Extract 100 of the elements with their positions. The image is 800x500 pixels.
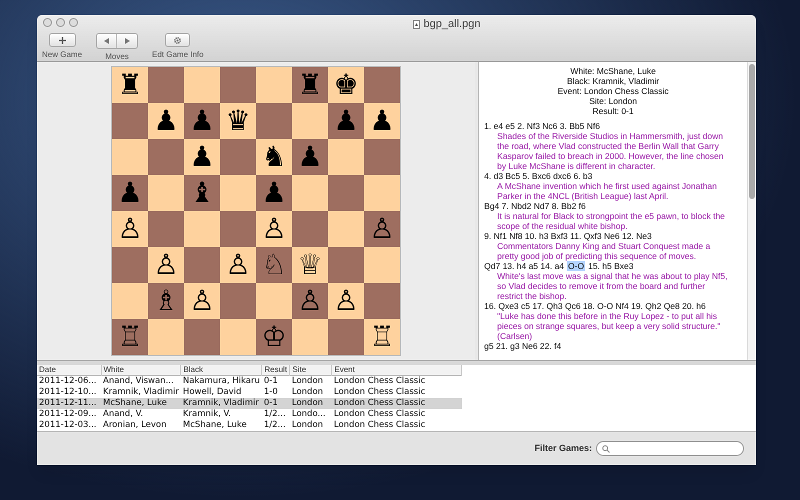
table-cell: 0-1 xyxy=(262,376,290,387)
light-square[interactable] xyxy=(328,139,364,175)
dark-square[interactable] xyxy=(256,103,292,139)
comment-text: Commentators Danny King and Stuart Conquest made a pretty good job of predicting this sequence of moves. xyxy=(496,241,712,261)
table-cell: London Chess Classic xyxy=(332,387,462,398)
game-header-line: Site: London xyxy=(589,96,637,106)
light-square[interactable] xyxy=(292,175,328,211)
move-text[interactable]: 1. e4 e5 2. Nf3 Nc6 3. Bb5 Nf6 xyxy=(484,121,600,131)
light-square[interactable] xyxy=(364,175,400,211)
table-cell-text: London xyxy=(290,420,324,431)
zoom-window-button[interactable] xyxy=(69,18,78,27)
current-move[interactable]: O-O xyxy=(567,261,586,271)
move-text[interactable]: Qd7 13. h4 a5 14. a4 xyxy=(484,261,564,271)
dark-square[interactable] xyxy=(292,211,328,247)
scroll-thumb[interactable] xyxy=(749,64,755,199)
game-header-line: Result: 0-1 xyxy=(592,106,634,116)
move-text[interactable]: 4. d3 Bc5 5. Bxc6 dxc6 6. b3 xyxy=(484,171,592,181)
table-cell: London Chess Classic xyxy=(332,409,462,420)
filter-label: Filter Games: xyxy=(534,442,592,455)
table-cell: Anand, V. xyxy=(101,409,181,420)
table-cell-text: London Chess Classic xyxy=(332,420,426,431)
light-square[interactable] xyxy=(292,319,328,355)
game-row[interactable]: 2011-12-09... Anand, V. Kramnik, V. 1/2... Londo... London Chess Classic xyxy=(37,409,462,420)
table-cell-text: Aronian, Levon xyxy=(102,420,168,431)
minimize-window-button[interactable] xyxy=(56,18,65,27)
dark-square[interactable] xyxy=(184,319,220,355)
game-header-line: White: McShane, Luke xyxy=(570,66,656,76)
move-text[interactable]: 15. h5 Bxe3 xyxy=(588,261,634,271)
search-icon xyxy=(602,444,610,452)
table-cell: London Chess Classic xyxy=(332,398,462,409)
move-text[interactable]: 16. Qxe3 c5 17. Qh3 Qc6 18. O-O Nf4 19. Qh2 Qe8 20. h6 xyxy=(484,301,706,311)
table-cell: London xyxy=(290,387,332,398)
dark-square[interactable] xyxy=(364,283,400,319)
table-cell: Kramnik, Vladimir xyxy=(101,387,181,398)
dark-square[interactable] xyxy=(220,139,256,175)
table-cell-text: 1/2... xyxy=(262,420,287,431)
game-row[interactable]: 2011-12-06... Anand, Viswan... Nakamura, Hikaru 0-1 London London Chess Classic xyxy=(37,376,462,387)
dark-square[interactable] xyxy=(112,247,148,283)
dark-square[interactable] xyxy=(220,283,256,319)
dark-square[interactable] xyxy=(364,139,400,175)
dark-square[interactable] xyxy=(148,211,184,247)
light-square[interactable] xyxy=(220,319,256,355)
table-cell: Anand, Viswan... xyxy=(101,376,181,387)
comment-text: Shades of the Riverside Studios in Hammersmith, just down the road, where Vlad constructed the Berlin Wall that Garry Kasparov failed to breach in 2000. However, the line chosen by Luke McShane is different in character. xyxy=(496,131,724,171)
dark-square[interactable] xyxy=(220,211,256,247)
left-triangle-icon xyxy=(104,38,110,44)
table-cell: Howell, David xyxy=(180,387,262,398)
light-square[interactable] xyxy=(148,175,184,211)
close-window-button[interactable] xyxy=(43,18,52,27)
game-row[interactable]: 2011-12-11... McShane, Luke Kramnik, Vladimir 0-1 London London Chess Classic xyxy=(37,398,462,409)
light-square[interactable] xyxy=(364,247,400,283)
move-text[interactable]: 9. Nf1 Nf8 10. h3 Bxf3 11. Qxf3 Ne6 12. Ne3 xyxy=(484,231,652,241)
dark-square[interactable] xyxy=(364,67,400,103)
table-cell: 1/2... xyxy=(262,409,290,420)
dark-square[interactable] xyxy=(184,247,220,283)
toolbar-label: Moves xyxy=(105,51,129,63)
game-info-button[interactable] xyxy=(165,33,190,47)
dark-square[interactable] xyxy=(112,103,148,139)
comment-text: White's last move was a signal that he was about to play Nf5, so Vlad decides to remove it from the board and further restrict the bishop. xyxy=(496,271,728,301)
light-square[interactable] xyxy=(220,175,256,211)
dark-square[interactable] xyxy=(328,319,364,355)
light-square[interactable] xyxy=(256,283,292,319)
light-square[interactable] xyxy=(328,211,364,247)
light-square[interactable] xyxy=(112,139,148,175)
window-title: bgp_all.pgn xyxy=(424,17,480,32)
new-game-button[interactable] xyxy=(48,33,76,47)
light-square[interactable] xyxy=(256,67,292,103)
plus-icon xyxy=(58,36,66,44)
table-cell: 1-0 xyxy=(262,387,290,398)
move-text[interactable]: g5 21. g3 Ne6 22. f4 xyxy=(484,341,562,351)
light-square[interactable] xyxy=(112,283,148,319)
dark-square[interactable] xyxy=(220,67,256,103)
dark-square[interactable] xyxy=(328,247,364,283)
game-row[interactable]: 2011-12-10... Kramnik, Vladimir Howell, David 1-0 London London Chess Classic xyxy=(37,387,462,398)
light-square[interactable] xyxy=(148,319,184,355)
dark-square[interactable] xyxy=(328,175,364,211)
table-cell: Londo... xyxy=(290,409,332,420)
table-cell: Nakamura, Hikaru xyxy=(180,376,262,387)
light-square[interactable] xyxy=(184,211,220,247)
move-text[interactable]: Bg4 7. Nbd2 Nd7 8. Bb2 f6 xyxy=(484,201,586,211)
filter-search-field[interactable] xyxy=(596,441,744,456)
table-cell: 2011-12-06... xyxy=(37,376,101,387)
table-cell: 2011-12-11... xyxy=(37,398,101,409)
toolbar-label: New Game xyxy=(42,49,82,61)
dark-square[interactable] xyxy=(148,139,184,175)
comment-text: It is natural for Black to strongpoint the e5 pawn, to block the scope of the residual white bishop. xyxy=(496,211,726,231)
table-cell: Kramnik, V. xyxy=(180,409,262,420)
light-square[interactable] xyxy=(292,103,328,139)
dark-square[interactable] xyxy=(148,67,184,103)
light-square[interactable] xyxy=(184,67,220,103)
scrollbar[interactable] xyxy=(747,62,756,360)
right-triangle-icon xyxy=(124,38,130,44)
game-header-line: Event: London Chess Classic xyxy=(558,86,669,96)
document-icon xyxy=(412,20,420,29)
table-cell-text: McShane, Luke xyxy=(182,420,248,431)
game-header-line: Black: Kramnik, Vladimir xyxy=(567,76,660,86)
toolbar-label: Edt Game Info xyxy=(152,49,204,61)
table-cell: 0-1 xyxy=(262,398,290,409)
table-cell: 2011-12-10... xyxy=(37,387,101,398)
comment-text: A McShane invention which he first used against Jonathan Parker in the 4NCL (British League) last April. xyxy=(496,181,718,201)
